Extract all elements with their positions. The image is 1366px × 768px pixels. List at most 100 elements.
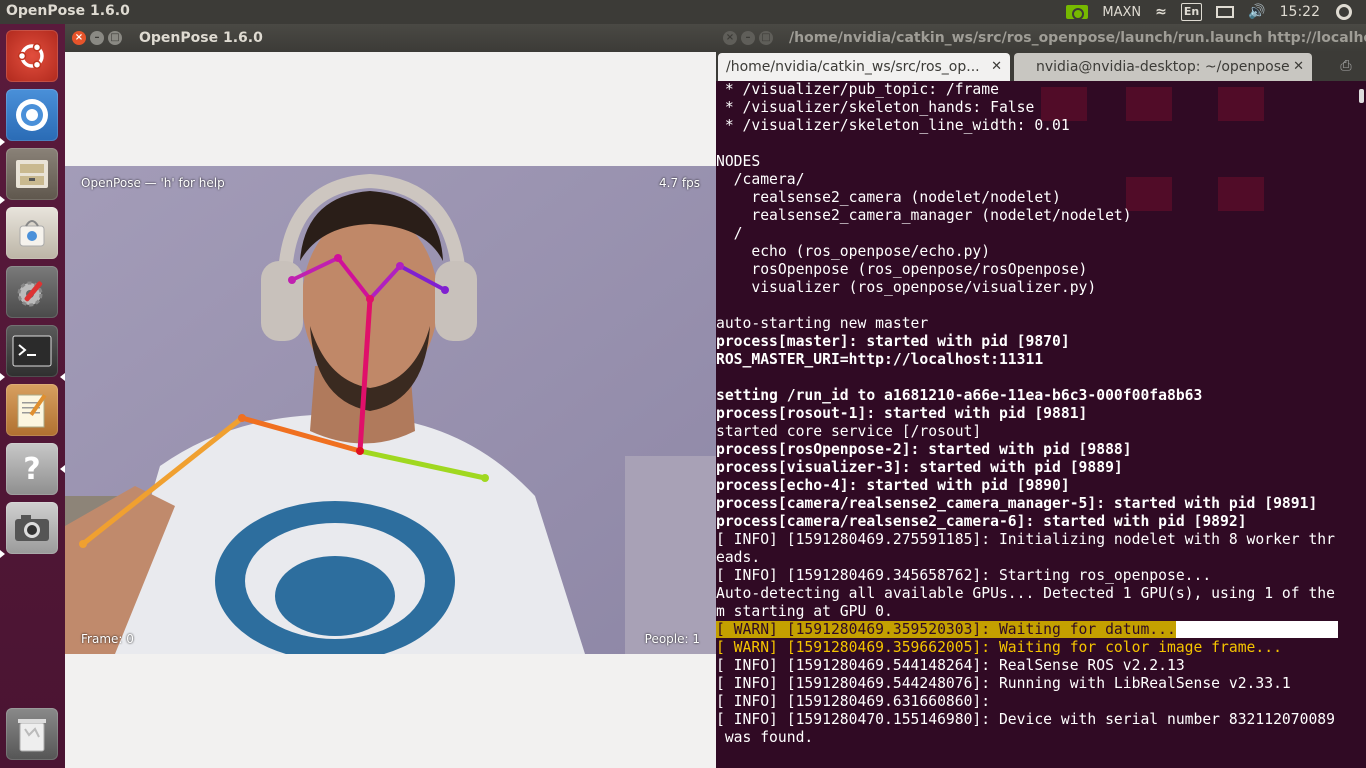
minimize-button[interactable]: – — [741, 31, 755, 45]
terminal-line: ROS_MASTER_URI=http://localhost:11311 — [716, 351, 1044, 368]
close-icon[interactable]: ✕ — [1293, 53, 1304, 81]
terminal-line: [ INFO] [1591280469.275591185]: Initiali… — [716, 531, 1335, 548]
terminal-line: NODES — [716, 153, 761, 170]
nvidia-icon[interactable] — [1066, 5, 1089, 20]
terminal-titlebar[interactable]: × – □ /home/nvidia/catkin_ws/src/ros_ope… — [716, 24, 1366, 52]
files-launcher[interactable] — [6, 148, 58, 200]
scrollbar-thumb[interactable] — [1359, 89, 1364, 103]
skeleton-neck-joint — [356, 447, 364, 455]
terminal-line: /camera/ — [716, 171, 805, 188]
openpose-titlebar[interactable]: × – □ OpenPose 1.6.0 — [65, 24, 716, 52]
terminal-line: eads. — [716, 549, 761, 566]
terminal-line: process[master]: started with pid [9870] — [716, 333, 1070, 350]
close-icon[interactable]: ✕ — [991, 53, 1002, 81]
terminal-line: process[camera/realsense2_camera-6]: sta… — [716, 513, 1247, 530]
wrench-gear-icon — [17, 281, 43, 307]
active-app-title: OpenPose 1.6.0 — [6, 3, 130, 19]
terminal-line: setting /run_id to a1681210-a66e-11ea-b6… — [716, 387, 1203, 404]
system-settings-launcher[interactable] — [6, 266, 58, 318]
terminal-tab-bar: /home/nvidia/catkin_ws/src/ros_op... ✕ n… — [716, 52, 1366, 81]
maximize-button[interactable]: □ — [108, 31, 122, 45]
close-button[interactable]: × — [72, 31, 86, 45]
camera-launcher[interactable] — [6, 502, 58, 554]
terminal-line: process[camera/realsense2_camera_manager… — [716, 495, 1318, 512]
skeleton-right-ear-joint — [288, 276, 296, 284]
skeleton-right-elbow-joint — [79, 540, 87, 548]
mail-icon[interactable] — [1216, 6, 1235, 18]
keyboard-layout-indicator[interactable]: En — [1180, 3, 1203, 21]
terminal-line: auto-starting new master — [716, 315, 929, 332]
terminal-line: * /visualizer/skeleton_hands: False — [716, 99, 1035, 116]
openpose-video-frame[interactable]: OpenPose — 'h' for help 4.7 fps Frame: 0… — [65, 166, 716, 654]
terminal-line: process[rosOpenpose-2]: started with pid… — [716, 441, 1132, 458]
terminal-launcher[interactable] — [6, 325, 58, 377]
terminal-line: Auto-detecting all available GPUs... Det… — [716, 585, 1335, 602]
top-panel: OpenPose 1.6.0 MAXN ≈ En 🔊 15:22 — [0, 0, 1366, 24]
window-controls: × – □ — [72, 31, 122, 45]
terminal-line: [ INFO] [1591280469.631660860]: — [716, 693, 991, 710]
terminal-icon — [12, 335, 52, 367]
terminal-line: process[echo-4]: started with pid [9890] — [716, 477, 1070, 494]
terminal-scrollbar[interactable] — [1352, 81, 1366, 768]
camera-icon — [15, 515, 49, 541]
chromium-launcher[interactable] — [6, 89, 58, 141]
terminal-line: [ WARN] [1591280469.359520303]: Waiting … — [716, 621, 1352, 639]
terminal-line: process[visualizer-3]: started with pid … — [716, 459, 1123, 476]
overlay-frame-count: Frame: 0 — [81, 632, 134, 646]
trash-icon — [18, 719, 46, 752]
system-tray: MAXN ≈ En 🔊 15:22 — [1066, 0, 1366, 24]
overlay-people-count: People: 1 — [644, 632, 700, 646]
close-button[interactable]: × — [723, 31, 737, 45]
skeleton-left-ear-joint — [441, 286, 449, 294]
file-cabinet-icon — [16, 160, 48, 188]
power-gear-icon[interactable] — [1336, 4, 1352, 20]
tab-label: nvidia@nvidia-desktop: ~/openpose — [1036, 59, 1290, 75]
minimize-button[interactable]: – — [90, 31, 104, 45]
window-controls: × – □ — [723, 31, 773, 45]
terminal-line: realsense2_camera (nodelet/nodelet) — [716, 189, 1061, 206]
software-center-launcher[interactable] — [6, 207, 58, 259]
running-indicator — [0, 196, 5, 204]
new-tab-button[interactable]: ⎙ — [1334, 58, 1358, 76]
wifi-icon[interactable]: ≈ — [1155, 4, 1167, 20]
terminal-line: [ INFO] [1591280470.155146980]: Device w… — [716, 711, 1335, 728]
shopping-bag-icon — [19, 220, 45, 247]
question-mark-icon: ? — [23, 451, 41, 487]
skeleton-left-eye-joint — [396, 262, 404, 270]
terminal-line: realsense2_camera_manager (nodelet/nodel… — [716, 207, 1132, 224]
clock[interactable]: 15:22 — [1280, 4, 1320, 20]
terminal-output[interactable]: * /visualizer/pub_topic: /frame * /visua… — [716, 81, 1352, 768]
overlay-help-text: OpenPose — 'h' for help — [81, 176, 225, 190]
overlay-fps: 4.7 fps — [659, 176, 700, 190]
launcher: ? — [0, 24, 65, 768]
tab-openpose-shell[interactable]: nvidia@nvidia-desktop: ~/openpose ✕ — [1014, 53, 1312, 81]
skeleton-right-eye-joint — [334, 254, 342, 262]
terminal-line: started core service [/rosout] — [716, 423, 982, 440]
terminal-line: [ INFO] [1591280469.544248076]: Running … — [716, 675, 1291, 692]
terminal-line: was found. — [716, 729, 814, 746]
notepad-icon — [17, 394, 47, 428]
terminal-line: * /visualizer/skeleton_line_width: 0.01 — [716, 117, 1070, 134]
window-title: OpenPose 1.6.0 — [139, 30, 263, 46]
tab-label: /home/nvidia/catkin_ws/src/ros_op... — [726, 59, 980, 75]
terminal-line: rosOpenpose (ros_openpose/rosOpenpose) — [716, 261, 1088, 278]
skeleton-right-shoulder-joint — [238, 414, 246, 422]
text-editor-launcher[interactable] — [6, 384, 58, 436]
help-launcher[interactable]: ? — [6, 443, 58, 495]
dash-home-button[interactable] — [6, 30, 58, 82]
volume-icon[interactable]: 🔊 — [1248, 4, 1265, 20]
trash-launcher[interactable] — [6, 708, 58, 760]
terminal-line: / — [716, 225, 743, 242]
terminal-selection-highlight — [1175, 621, 1338, 638]
window-title: /home/nvidia/catkin_ws/src/ros_openpose/… — [789, 30, 1366, 46]
power-mode-label[interactable]: MAXN — [1102, 5, 1141, 20]
maximize-button[interactable]: □ — [759, 31, 773, 45]
terminal-line: [ WARN] [1591280469.359662005]: Waiting … — [716, 639, 1282, 656]
tab-ros-launch[interactable]: /home/nvidia/catkin_ws/src/ros_op... ✕ — [718, 53, 1010, 81]
terminal-line: [ INFO] [1591280469.345658762]: Starting… — [716, 567, 1212, 584]
terminal-line: visualizer (ros_openpose/visualizer.py) — [716, 279, 1097, 296]
chromium-icon — [16, 99, 48, 131]
running-indicator — [0, 373, 5, 381]
